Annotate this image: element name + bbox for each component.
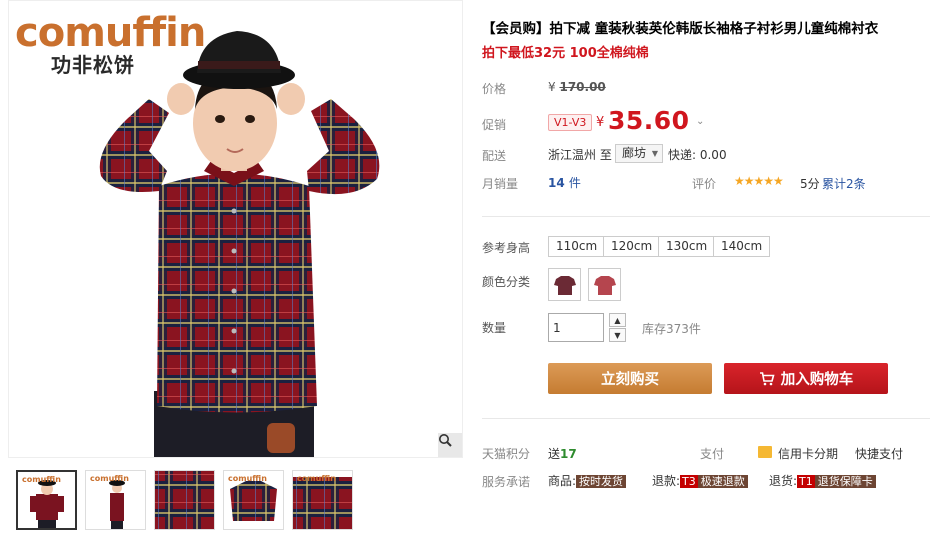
refund-code: T3 — [680, 475, 698, 488]
stock-count: 库存373件 — [642, 322, 701, 336]
service-goods: 商品: 按时发货 — [548, 472, 627, 489]
points-number: 17 — [560, 447, 577, 461]
sales-count: 14 — [548, 176, 565, 190]
divider — [482, 418, 930, 419]
sales-unit: 件 — [568, 176, 581, 190]
on-time-shipping-tag[interactable]: 按时发货 — [576, 475, 627, 488]
thumbnail-3[interactable] — [154, 470, 215, 530]
reviews-link[interactable]: 累计2条 — [822, 175, 866, 192]
divider — [482, 216, 930, 217]
product-title: 【会员购】拍下减 童装秋装英伦韩版长袖格子衬衫男儿童纯棉衬衣 — [482, 21, 879, 37]
points-value: 送17 — [548, 445, 577, 462]
monthly-sales: 14 件 — [548, 174, 581, 191]
caret-down-icon: ▼ — [651, 149, 659, 158]
return-label: 退货: — [769, 474, 798, 488]
original-price: ¥ 170.00 — [548, 80, 606, 94]
refund-label: 退款: — [652, 474, 681, 488]
monthly-sales-label: 月销量 — [482, 177, 519, 191]
currency-symbol: ¥ — [548, 80, 556, 94]
thumbnail-logo: comuffin — [228, 474, 267, 483]
price-label: 价格 — [482, 82, 507, 96]
thumbnail-2[interactable]: comuffin — [85, 470, 146, 530]
shipping-fee: 快递: 0.00 — [668, 148, 727, 162]
brand-logo: comuffin 功非松饼 — [15, 10, 206, 77]
fast-refund-tag[interactable]: 极速退款 — [697, 475, 748, 488]
magnifier-icon — [439, 434, 452, 447]
size-option-110[interactable]: 110cm — [548, 236, 606, 257]
quantity-input[interactable] — [548, 313, 604, 342]
dark-red-shirt-icon — [553, 275, 576, 295]
payment-label: 支付 — [700, 447, 725, 461]
quantity-decrease-button[interactable]: ▼ — [609, 328, 626, 342]
star-rating-icon: ★★★★★ — [734, 174, 784, 188]
original-price-value: 170.00 — [559, 80, 606, 94]
shipping-label: 配送 — [482, 149, 507, 163]
return-code: T1 — [797, 475, 815, 488]
ship-from: 浙江温州 至 — [548, 148, 612, 162]
credit-card-icon — [758, 446, 772, 458]
color-option-dark-red[interactable] — [548, 268, 581, 301]
goods-label: 商品: — [548, 474, 577, 488]
size-option-140[interactable]: 140cm — [713, 236, 771, 257]
cart-icon — [759, 371, 775, 385]
plaid-fabric-closeup — [155, 471, 214, 529]
color-label: 颜色分类 — [482, 275, 531, 289]
zoom-button[interactable] — [438, 433, 462, 457]
product-subtitle: 拍下最低32元 100全棉纯棉 — [482, 46, 649, 61]
promo-currency: ¥ — [596, 115, 605, 130]
service-return: 退货: T1 退货保障卡 — [769, 472, 876, 489]
quantity-increase-button[interactable]: ▲ — [609, 313, 626, 327]
points-label: 天猫积分 — [482, 447, 531, 461]
promo-label: 促销 — [482, 118, 507, 132]
return-guarantee-tag[interactable]: 退货保障卡 — [814, 475, 876, 488]
brand-name: comuffin — [15, 10, 206, 56]
credit-card-installment[interactable]: 信用卡分期 — [778, 445, 838, 462]
size-label: 参考身高 — [482, 241, 531, 255]
thumbnail-logo: comuffin — [297, 474, 336, 483]
thumbnail-logo: comuffin — [22, 475, 61, 484]
quick-pay[interactable]: 快捷支付 — [855, 445, 903, 462]
light-red-shirt-icon — [593, 275, 616, 295]
rating-label: 评价 — [692, 177, 717, 191]
add-to-cart-label: 加入购物车 — [780, 372, 854, 388]
vip-badge: V1-V3 — [548, 114, 593, 131]
promo-price: 35.60 — [608, 106, 690, 135]
thumbnail-5[interactable]: comuffin — [292, 470, 353, 530]
ship-to-value: 廊坊 — [622, 146, 647, 160]
color-option-light-red[interactable] — [588, 268, 621, 301]
brand-chinese-name: 功非松饼 — [51, 53, 135, 77]
service-label: 服务承诺 — [482, 475, 531, 489]
points-prefix: 送 — [548, 447, 561, 461]
size-option-120[interactable]: 120cm — [603, 236, 661, 257]
size-option-130[interactable]: 130cm — [658, 236, 716, 257]
thumbnail-1[interactable]: comuffin — [16, 470, 77, 530]
rating-score: 5分 — [800, 177, 820, 191]
chevron-down-icon[interactable]: ⌄ — [696, 116, 704, 127]
service-refund: 退款: T3 极速退款 — [652, 472, 748, 489]
thumbnail-logo: comuffin — [90, 474, 129, 483]
add-to-cart-button[interactable]: 加入购物车 — [724, 363, 888, 394]
ship-to-select[interactable]: 廊坊 ▼ — [615, 144, 664, 163]
product-gallery: comuffin 功非松饼 comuffin comuffin comuffin… — [8, 0, 463, 545]
thumbnail-4[interactable]: comuffin — [223, 470, 284, 530]
quantity-label: 数量 — [482, 321, 507, 335]
thumbnail-strip: comuffin comuffin comuffin comuffin — [16, 470, 353, 530]
buy-now-label: 立刻购买 — [601, 372, 659, 388]
buy-now-button[interactable]: 立刻购买 — [548, 363, 712, 394]
main-product-image[interactable]: comuffin 功非松饼 — [8, 0, 463, 458]
